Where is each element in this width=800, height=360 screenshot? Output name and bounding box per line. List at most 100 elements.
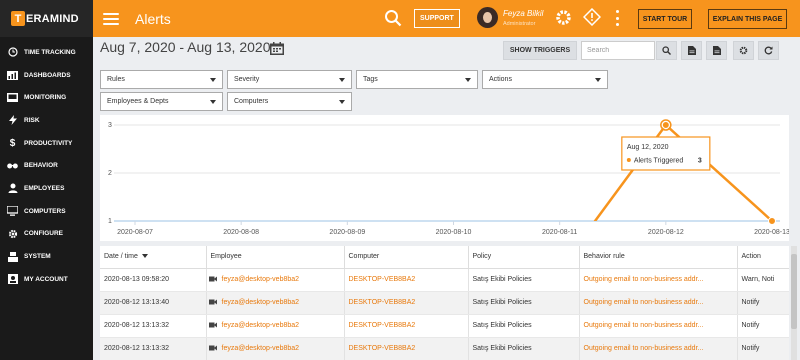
page-title: Alerts	[135, 10, 171, 27]
computer-cell: DESKTOP-VEB8BA2	[344, 268, 469, 292]
scrollbar-thumb[interactable]	[791, 254, 797, 329]
sort-down-icon	[141, 254, 148, 259]
show-triggers-button[interactable]: SHOW TRIGGERS	[503, 41, 577, 60]
sidebar-item-computers[interactable]: COMPUTERS	[0, 200, 93, 223]
table-scrollbar[interactable]	[791, 246, 797, 360]
caret-down-icon	[210, 78, 216, 82]
export-pdf-button[interactable]	[681, 41, 702, 60]
table-row: 2020-08-12 13:13:32 feyza@desktop-veb8ba…	[100, 314, 789, 338]
warning-icon[interactable]	[582, 7, 602, 27]
tooltip-box	[621, 136, 711, 171]
rule-link[interactable]: Outgoing email to non-business addr...	[584, 322, 704, 329]
bolt-icon	[7, 115, 18, 126]
video-camera-icon[interactable]	[208, 299, 217, 305]
rule-cell: Outgoing email to non-business addr...	[579, 314, 738, 338]
employee-link[interactable]: feyza@desktop-veb8ba2	[222, 299, 300, 306]
logo-text: ERAMIND	[26, 12, 79, 25]
x-tick-label: 2020-08-07	[117, 229, 153, 236]
video-camera-icon[interactable]	[208, 322, 217, 328]
computer-link[interactable]: DESKTOP-VEB8BA2	[349, 299, 416, 306]
datetime-cell: 2020-08-12 13:13:40	[100, 291, 207, 315]
employee-cell: feyza@desktop-veb8ba2	[206, 314, 345, 338]
sidebar-item-time-tracking[interactable]: TIME TRACKING	[0, 41, 93, 64]
caret-down-icon	[339, 100, 345, 104]
sidebar-item-label: CONFIGURE	[24, 230, 63, 238]
sidebar-item-system[interactable]: SYSTEM	[0, 245, 93, 268]
actions-dropdown[interactable]: Actions	[482, 70, 608, 89]
settings-gear-icon[interactable]	[555, 9, 572, 26]
policy-cell: Satış Ekibi Policies	[468, 268, 580, 292]
date-range[interactable]: Aug 7, 2020 - Aug 13, 2020	[100, 39, 270, 55]
col-header-datetime[interactable]: Date / time	[100, 246, 207, 269]
employee-link[interactable]: feyza@desktop-veb8ba2	[222, 345, 300, 352]
rule-link[interactable]: Outgoing email to non-business addr...	[584, 299, 704, 306]
sidebar-item-risk[interactable]: RISK	[0, 109, 93, 132]
rule-link[interactable]: Outgoing email to non-business addr...	[584, 276, 704, 283]
caret-down-icon	[595, 78, 601, 82]
menu-icon[interactable]	[103, 12, 119, 25]
employees-dropdown-label: Employees & Depts	[107, 98, 169, 105]
col-header-action[interactable]: Action	[737, 246, 789, 269]
computer-link[interactable]: DESKTOP-VEB8BA2	[349, 345, 416, 352]
support-button[interactable]: SUPPORT	[414, 9, 460, 28]
sidebar: T ERAMIND TIME TRACKING DASHBOARDS MONIT…	[0, 0, 93, 360]
sidebar-item-label: PRODUCTIVITY	[24, 139, 73, 147]
more-menu-icon[interactable]	[616, 10, 620, 26]
logo[interactable]: T ERAMIND	[0, 0, 93, 37]
rules-dropdown[interactable]: Rules	[100, 70, 223, 89]
col-header-computer[interactable]: Computer	[344, 246, 469, 269]
action-cell: Notify	[737, 314, 789, 338]
action-cell: Notify	[737, 291, 789, 315]
col-header-behavior-rule[interactable]: Behavior rule	[579, 246, 738, 269]
rule-cell: Outgoing email to non-business addr...	[579, 291, 738, 315]
video-camera-icon[interactable]	[208, 345, 217, 351]
datetime-value: 2020-08-12 13:13:32	[104, 345, 169, 352]
rule-link[interactable]: Outgoing email to non-business addr...	[584, 345, 704, 352]
sidebar-item-monitoring[interactable]: MONITORING	[0, 86, 93, 109]
computer-link[interactable]: DESKTOP-VEB8BA2	[349, 276, 416, 283]
search-icon[interactable]	[384, 9, 402, 27]
sidebar-item-label: RISK	[24, 116, 40, 124]
avatar[interactable]	[477, 7, 498, 28]
glasses-icon	[7, 160, 18, 171]
data-point	[768, 217, 776, 225]
refresh-icon	[764, 46, 773, 55]
y-tick-label: 3	[108, 122, 112, 129]
sidebar-item-label: BEHAVIOR	[24, 162, 58, 170]
sidebar-item-my-account[interactable]: MY ACCOUNT	[0, 268, 93, 291]
settings-button[interactable]	[733, 41, 754, 60]
x-tick-label: 2020-08-10	[436, 229, 472, 236]
logo-mark: T	[11, 11, 25, 26]
refresh-button[interactable]	[758, 41, 779, 60]
search-button[interactable]	[656, 41, 677, 60]
employee-link[interactable]: feyza@desktop-veb8ba2	[222, 322, 300, 329]
computer-link[interactable]: DESKTOP-VEB8BA2	[349, 322, 416, 329]
col-header-policy[interactable]: Policy	[468, 246, 580, 269]
top-bar: Alerts SUPPORT Feyza Bilkil Administrato…	[93, 0, 800, 37]
computers-dropdown[interactable]: Computers	[227, 92, 352, 111]
sidebar-item-dashboards[interactable]: DASHBOARDS	[0, 64, 93, 87]
sidebar-item-behavior[interactable]: BEHAVIOR	[0, 154, 93, 177]
user-name[interactable]: Feyza Bilkil	[503, 9, 543, 18]
employee-link[interactable]: feyza@desktop-veb8ba2	[222, 276, 300, 283]
employees-dropdown[interactable]: Employees & Depts	[100, 92, 223, 111]
main-content: Aug 7, 2020 - Aug 13, 2020 SHOW TRIGGERS…	[93, 37, 800, 360]
severity-dropdown[interactable]: Severity	[227, 70, 352, 89]
explain-page-button[interactable]: EXPLAIN THIS PAGE	[708, 9, 787, 29]
col-header-label: Date / time	[104, 253, 138, 261]
start-tour-button[interactable]: START TOUR	[638, 9, 692, 29]
alerts-chart-svg: 1 2 3 2020-08-07 2020-08-08 2020-08-09 2020-08…	[108, 119, 789, 236]
tags-dropdown[interactable]: Tags	[356, 70, 478, 89]
tags-dropdown-label: Tags	[363, 76, 378, 83]
datetime-value: 2020-08-13 09:58:20	[104, 276, 169, 283]
search-input[interactable]	[581, 41, 655, 60]
export-csv-button[interactable]	[706, 41, 727, 60]
table-row: 2020-08-12 13:13:32 feyza@desktop-veb8ba…	[100, 337, 789, 360]
sidebar-item-configure[interactable]: CONFIGURE	[0, 223, 93, 246]
sidebar-item-productivity[interactable]: $ PRODUCTIVITY	[0, 132, 93, 155]
sidebar-item-employees[interactable]: EMPLOYEES	[0, 177, 93, 200]
calendar-icon[interactable]	[270, 42, 284, 55]
col-header-employee[interactable]: Employee	[206, 246, 345, 269]
video-camera-icon[interactable]	[208, 276, 217, 282]
x-tick-label: 2020-08-08	[223, 229, 259, 236]
